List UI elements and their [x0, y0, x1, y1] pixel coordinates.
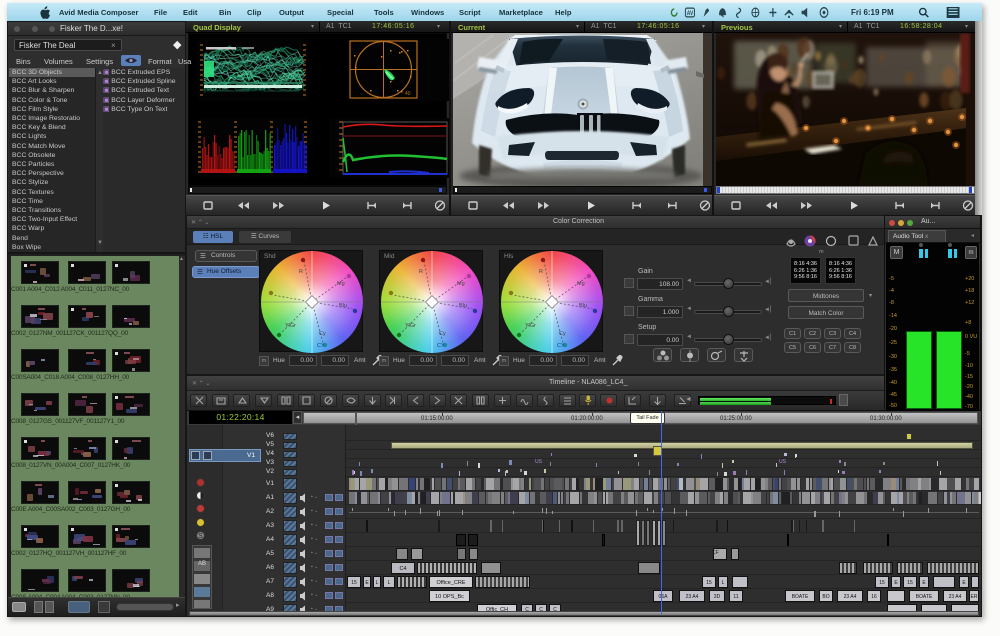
svg-text:YlGr: YlGr: [285, 323, 296, 329]
svg-text:R: R: [419, 269, 423, 275]
svg-text:R: R: [299, 269, 303, 275]
svg-text:40: 40: [405, 91, 411, 97]
svg-text:AV: AV: [687, 11, 694, 18]
svg-text:R: R: [539, 269, 543, 275]
svg-text:Cy: Cy: [559, 331, 566, 337]
svg-text:Blu: Blu: [579, 303, 587, 309]
svg-text:CY: CY: [317, 343, 325, 349]
svg-text:Mg: Mg: [337, 281, 345, 287]
svg-text:Blu: Blu: [459, 303, 467, 309]
svg-text:Cy: Cy: [319, 331, 326, 337]
svg-text:Mg: Mg: [457, 281, 465, 287]
svg-text:Mg: Mg: [577, 281, 585, 287]
svg-text:CY: CY: [557, 343, 565, 349]
svg-text:YlGr: YlGr: [525, 323, 536, 329]
svg-text:YlGr: YlGr: [405, 323, 416, 329]
svg-text:CY: CY: [437, 343, 445, 349]
svg-text:Cy: Cy: [439, 331, 446, 337]
svg-text:Blu: Blu: [339, 303, 347, 309]
